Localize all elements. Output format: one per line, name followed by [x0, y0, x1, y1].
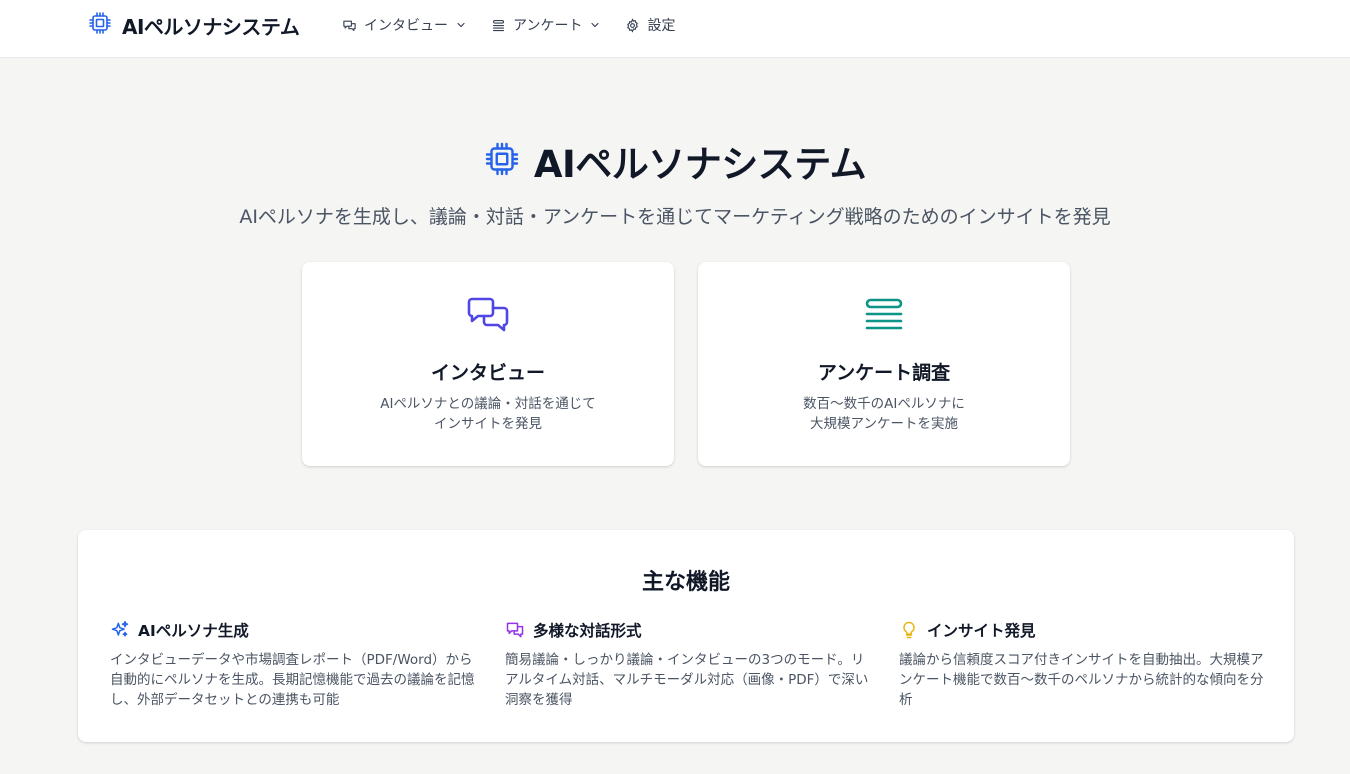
main-nav: インタビュー アンケート 設定 [342, 14, 675, 36]
lightbulb-icon [899, 620, 919, 640]
chat-bubbles-icon [505, 620, 525, 640]
chat-bubbles-icon [342, 18, 357, 33]
nav-survey-dropdown[interactable]: アンケート [491, 14, 601, 36]
nav-interview-label: インタビュー [364, 18, 448, 34]
feature-title: AIペルソナ生成 [138, 622, 249, 640]
chevron-down-icon [455, 19, 467, 31]
nav-settings-link[interactable]: 設定 [625, 14, 675, 36]
nav-survey-label: アンケート [513, 18, 583, 34]
brand-link[interactable]: AIペルソナシステム [88, 11, 300, 39]
feature-title: インサイト発見 [927, 622, 1036, 640]
cpu-chip-icon [88, 11, 112, 39]
gear-icon [625, 17, 640, 33]
cpu-chip-icon [484, 141, 520, 181]
chat-bubbles-icon [466, 296, 510, 340]
page-subtitle: AIペルソナを生成し、議論・対話・アンケートを通じてマーケティング戦略のためのイ… [239, 206, 1111, 228]
card-title: アンケート調査 [817, 362, 951, 384]
stack-list-icon [864, 296, 904, 340]
survey-card[interactable]: アンケート調査 数百〜数千のAIペルソナに 大規模アンケートを実施 [698, 262, 1070, 466]
interview-card[interactable]: インタビュー AIペルソナとの議論・対話を通じて インサイトを発見 [302, 262, 674, 466]
hero-title-row: AIペルソナシステム [0, 134, 1350, 188]
card-description: 数百〜数千のAIペルソナに 大規模アンケートを実施 [803, 396, 965, 432]
feature-title: 多様な対話形式 [533, 622, 642, 640]
page-title: AIペルソナシステム [533, 143, 867, 186]
brand-name: AIペルソナシステム [122, 14, 300, 39]
feature-item: AIペルソナ生成 インタビューデータや市場調査レポート（PDF/Word）から自… [110, 618, 475, 710]
nav-settings-label: 設定 [647, 18, 676, 34]
sparkles-icon [110, 620, 130, 640]
card-description: AIペルソナとの議論・対話を通じて インサイトを発見 [380, 396, 596, 432]
feature-description: 議論から信頼度スコア付きインサイトを自動抽出。大規模アンケート機能で数百〜数千の… [899, 652, 1264, 708]
nav-interview-dropdown[interactable]: インタビュー [342, 14, 467, 36]
features-section: 主な機能 AIペルソナ生成 インタビューデータや市場調査レポート（PDF/Wor… [78, 530, 1294, 742]
card-title: インタビュー [430, 362, 545, 384]
feature-description: 簡易議論・しっかり議論・インタビューの3つのモード。リアルタイム対話、マルチモー… [505, 652, 869, 708]
feature-item: インサイト発見 議論から信頼度スコア付きインサイトを自動抽出。大規模アンケート機… [899, 618, 1264, 710]
top-navbar: AIペルソナシステム インタビュー アンケート 設定 [0, 0, 1350, 58]
feature-item: 多様な対話形式 簡易議論・しっかり議論・インタビューの3つのモード。リアルタイム… [505, 618, 870, 710]
feature-description: インタビューデータや市場調査レポート（PDF/Word）から自動的にペルソナを生… [110, 652, 475, 708]
features-title: 主な機能 [641, 570, 730, 595]
stack-list-icon [491, 18, 506, 33]
chevron-down-icon [589, 19, 601, 31]
